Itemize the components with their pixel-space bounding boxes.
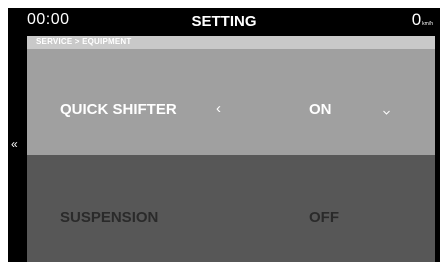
setting-value-quick-shifter: ON: [309, 101, 332, 118]
back-button[interactable]: «: [11, 137, 18, 151]
setting-label-suspension: SUSPENSION: [60, 209, 159, 226]
dashboard-screen: 00:00 SETTING 0km/h SERVICE > EQUIPMENT …: [8, 8, 440, 262]
speed-value: 0: [411, 10, 422, 29]
speed-unit: km/h: [422, 21, 433, 27]
setting-row-suspension[interactable]: SUSPENSION OFF: [27, 155, 435, 262]
chevron-down-icon[interactable]: [383, 109, 390, 116]
breadcrumb-bar: SERVICE > EQUIPMENT: [27, 36, 435, 49]
setting-value-suspension: OFF: [309, 209, 339, 226]
chevron-left-icon[interactable]: ‹: [216, 100, 221, 117]
speed-readout: 0km/h: [412, 10, 433, 30]
screen-title: SETTING: [191, 13, 257, 30]
breadcrumb: SERVICE > EQUIPMENT: [36, 37, 132, 46]
setting-row-quick-shifter[interactable]: QUICK SHIFTER ‹ ON: [27, 49, 435, 155]
setting-label-quick-shifter: QUICK SHIFTER: [60, 101, 177, 118]
status-bar: 00:00 SETTING 0km/h: [8, 8, 440, 35]
